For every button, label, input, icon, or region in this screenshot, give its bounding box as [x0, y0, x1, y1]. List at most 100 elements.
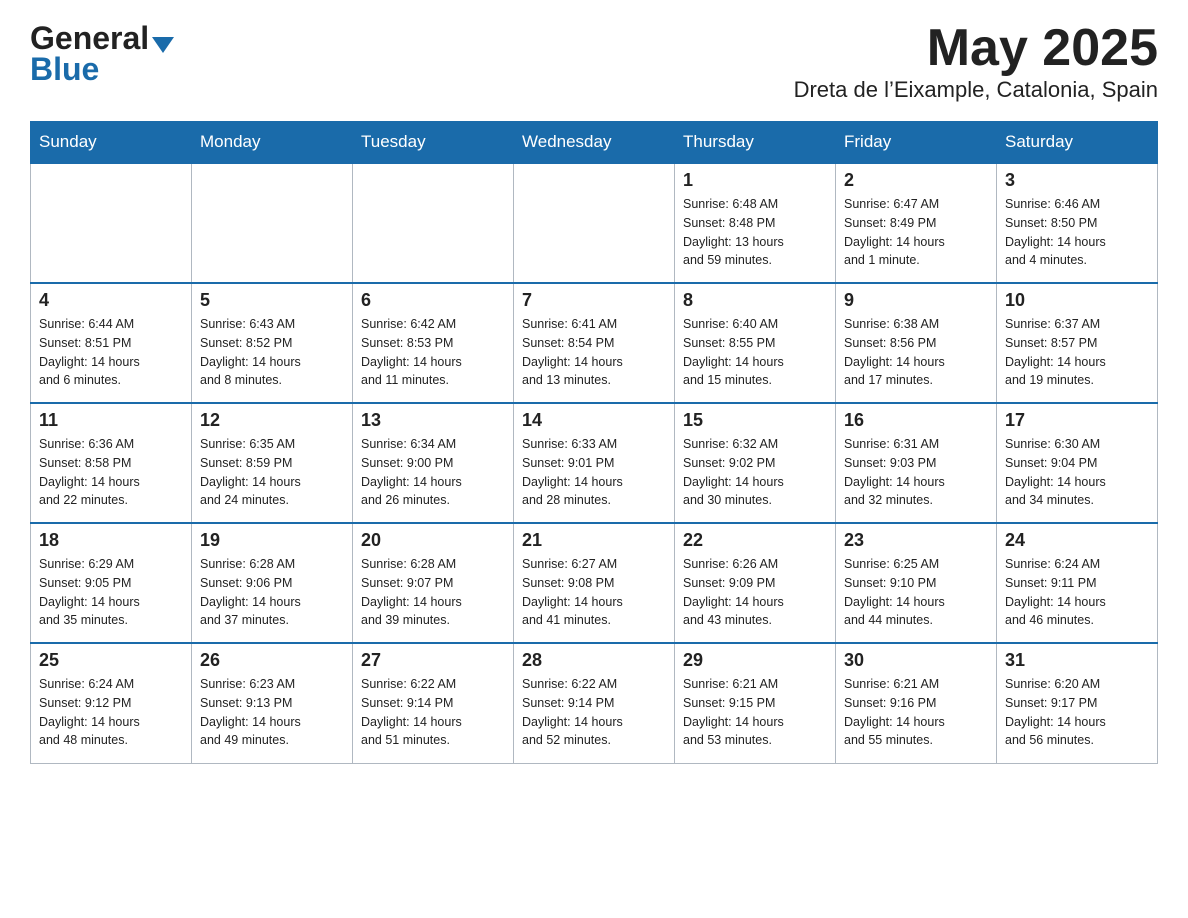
- day-info: Sunrise: 6:24 AMSunset: 9:12 PMDaylight:…: [39, 675, 183, 750]
- day-of-week-header: Monday: [192, 122, 353, 164]
- calendar-week-row: 1 Sunrise: 6:48 AMSunset: 8:48 PMDaylight…: [31, 163, 1158, 283]
- day-number: 10: [1005, 290, 1149, 311]
- calendar-cell: 5Sunrise: 6:43 AMSunset: 8:52 PMDaylight…: [192, 283, 353, 403]
- day-number: 18: [39, 530, 183, 551]
- day-of-week-header: Sunday: [31, 122, 192, 164]
- day-info: Sunrise: 6:42 AMSunset: 8:53 PMDaylight:…: [361, 315, 505, 390]
- logo-triangle-icon: [152, 37, 174, 53]
- day-number: 24: [1005, 530, 1149, 551]
- calendar-cell: [353, 163, 514, 283]
- day-info: Sunrise: 6:30 AMSunset: 9:04 PMDaylight:…: [1005, 435, 1149, 510]
- day-info: Sunrise: 6:23 AMSunset: 9:13 PMDaylight:…: [200, 675, 344, 750]
- day-info: Sunrise: 6:46 AMSunset: 8:50 PMDaylight:…: [1005, 195, 1149, 270]
- day-number: 28: [522, 650, 666, 671]
- calendar-cell: [31, 163, 192, 283]
- day-of-week-header: Friday: [836, 122, 997, 164]
- calendar-cell: 24 Sunrise: 6:24 AMSunset: 9:11 PMDayligh…: [997, 523, 1158, 643]
- day-number: 12: [200, 410, 344, 431]
- day-info: Sunrise: 6:33 AMSunset: 9:01 PMDaylight:…: [522, 435, 666, 510]
- calendar-cell: 28Sunrise: 6:22 AMSunset: 9:14 PMDayligh…: [514, 643, 675, 763]
- day-number: 3: [1005, 170, 1149, 191]
- logo-blue: Blue: [30, 51, 99, 88]
- calendar-week-row: 11 Sunrise: 6:36 AMSunset: 8:58 PMDayligh…: [31, 403, 1158, 523]
- calendar-cell: 22 Sunrise: 6:26 AMSunset: 9:09 PMDayligh…: [675, 523, 836, 643]
- day-number: 20: [361, 530, 505, 551]
- header-row: SundayMondayTuesdayWednesdayThursdayFrid…: [31, 122, 1158, 164]
- calendar-cell: 21Sunrise: 6:27 AMSunset: 9:08 PMDayligh…: [514, 523, 675, 643]
- calendar-cell: 6 Sunrise: 6:42 AMSunset: 8:53 PMDaylight…: [353, 283, 514, 403]
- calendar-body: 1 Sunrise: 6:48 AMSunset: 8:48 PMDaylight…: [31, 163, 1158, 763]
- calendar-cell: 9 Sunrise: 6:38 AMSunset: 8:56 PMDaylight…: [836, 283, 997, 403]
- calendar-cell: 29 Sunrise: 6:21 AMSunset: 9:15 PMDayligh…: [675, 643, 836, 763]
- day-info: Sunrise: 6:40 AMSunset: 8:55 PMDaylight:…: [683, 315, 827, 390]
- calendar-title: May 2025: [794, 20, 1158, 77]
- calendar-cell: 4 Sunrise: 6:44 AMSunset: 8:51 PMDaylight…: [31, 283, 192, 403]
- calendar-week-row: 4 Sunrise: 6:44 AMSunset: 8:51 PMDaylight…: [31, 283, 1158, 403]
- day-number: 7: [522, 290, 666, 311]
- day-info: Sunrise: 6:36 AMSunset: 8:58 PMDaylight:…: [39, 435, 183, 510]
- day-info: Sunrise: 6:37 AMSunset: 8:57 PMDaylight:…: [1005, 315, 1149, 390]
- day-number: 2: [844, 170, 988, 191]
- day-number: 26: [200, 650, 344, 671]
- day-info: Sunrise: 6:26 AMSunset: 9:09 PMDaylight:…: [683, 555, 827, 630]
- calendar-cell: 20Sunrise: 6:28 AMSunset: 9:07 PMDayligh…: [353, 523, 514, 643]
- calendar-cell: 19Sunrise: 6:28 AMSunset: 9:06 PMDayligh…: [192, 523, 353, 643]
- day-number: 9: [844, 290, 988, 311]
- day-number: 14: [522, 410, 666, 431]
- day-info: Sunrise: 6:47 AMSunset: 8:49 PMDaylight:…: [844, 195, 988, 270]
- calendar-cell: 27 Sunrise: 6:22 AMSunset: 9:14 PMDayligh…: [353, 643, 514, 763]
- day-info: Sunrise: 6:27 AMSunset: 9:08 PMDaylight:…: [522, 555, 666, 630]
- calendar-cell: 1 Sunrise: 6:48 AMSunset: 8:48 PMDaylight…: [675, 163, 836, 283]
- day-info: Sunrise: 6:38 AMSunset: 8:56 PMDaylight:…: [844, 315, 988, 390]
- day-info: Sunrise: 6:29 AMSunset: 9:05 PMDaylight:…: [39, 555, 183, 630]
- day-number: 13: [361, 410, 505, 431]
- day-number: 8: [683, 290, 827, 311]
- calendar-cell: 16Sunrise: 6:31 AMSunset: 9:03 PMDayligh…: [836, 403, 997, 523]
- day-number: 22: [683, 530, 827, 551]
- day-info: Sunrise: 6:44 AMSunset: 8:51 PMDaylight:…: [39, 315, 183, 390]
- day-of-week-header: Tuesday: [353, 122, 514, 164]
- page-header: General Blue May 2025 Dreta de l’Eixampl…: [30, 20, 1158, 103]
- day-number: 29: [683, 650, 827, 671]
- calendar-table: SundayMondayTuesdayWednesdayThursdayFrid…: [30, 121, 1158, 764]
- calendar-cell: 8 Sunrise: 6:40 AMSunset: 8:55 PMDaylight…: [675, 283, 836, 403]
- calendar-subtitle: Dreta de l’Eixample, Catalonia, Spain: [794, 77, 1158, 103]
- calendar-week-row: 25Sunrise: 6:24 AMSunset: 9:12 PMDayligh…: [31, 643, 1158, 763]
- day-number: 4: [39, 290, 183, 311]
- day-info: Sunrise: 6:48 AMSunset: 8:48 PMDaylight:…: [683, 195, 827, 270]
- calendar-cell: 26 Sunrise: 6:23 AMSunset: 9:13 PMDayligh…: [192, 643, 353, 763]
- calendar-cell: 17Sunrise: 6:30 AMSunset: 9:04 PMDayligh…: [997, 403, 1158, 523]
- day-info: Sunrise: 6:24 AMSunset: 9:11 PMDaylight:…: [1005, 555, 1149, 630]
- calendar-cell: 13Sunrise: 6:34 AMSunset: 9:00 PMDayligh…: [353, 403, 514, 523]
- calendar-cell: 12 Sunrise: 6:35 AMSunset: 8:59 PMDayligh…: [192, 403, 353, 523]
- day-info: Sunrise: 6:32 AMSunset: 9:02 PMDaylight:…: [683, 435, 827, 510]
- day-info: Sunrise: 6:25 AMSunset: 9:10 PMDaylight:…: [844, 555, 988, 630]
- day-number: 11: [39, 410, 183, 431]
- calendar-cell: 15 Sunrise: 6:32 AMSunset: 9:02 PMDayligh…: [675, 403, 836, 523]
- day-number: 15: [683, 410, 827, 431]
- day-info: Sunrise: 6:35 AMSunset: 8:59 PMDaylight:…: [200, 435, 344, 510]
- day-number: 1: [683, 170, 827, 191]
- calendar-header: SundayMondayTuesdayWednesdayThursdayFrid…: [31, 122, 1158, 164]
- day-number: 31: [1005, 650, 1149, 671]
- day-info: Sunrise: 6:21 AMSunset: 9:15 PMDaylight:…: [683, 675, 827, 750]
- calendar-cell: 7 Sunrise: 6:41 AMSunset: 8:54 PMDaylight…: [514, 283, 675, 403]
- day-info: Sunrise: 6:21 AMSunset: 9:16 PMDaylight:…: [844, 675, 988, 750]
- day-number: 5: [200, 290, 344, 311]
- calendar-cell: 18 Sunrise: 6:29 AMSunset: 9:05 PMDayligh…: [31, 523, 192, 643]
- day-info: Sunrise: 6:31 AMSunset: 9:03 PMDaylight:…: [844, 435, 988, 510]
- day-info: Sunrise: 6:28 AMSunset: 9:06 PMDaylight:…: [200, 555, 344, 630]
- day-info: Sunrise: 6:20 AMSunset: 9:17 PMDaylight:…: [1005, 675, 1149, 750]
- day-of-week-header: Saturday: [997, 122, 1158, 164]
- day-of-week-header: Wednesday: [514, 122, 675, 164]
- day-number: 30: [844, 650, 988, 671]
- day-info: Sunrise: 6:22 AMSunset: 9:14 PMDaylight:…: [361, 675, 505, 750]
- day-of-week-header: Thursday: [675, 122, 836, 164]
- day-info: Sunrise: 6:41 AMSunset: 8:54 PMDaylight:…: [522, 315, 666, 390]
- calendar-cell: 30 Sunrise: 6:21 AMSunset: 9:16 PMDayligh…: [836, 643, 997, 763]
- calendar-cell: 25Sunrise: 6:24 AMSunset: 9:12 PMDayligh…: [31, 643, 192, 763]
- day-number: 6: [361, 290, 505, 311]
- logo: General Blue: [30, 20, 174, 88]
- day-number: 27: [361, 650, 505, 671]
- calendar-cell: 2 Sunrise: 6:47 AMSunset: 8:49 PMDaylight…: [836, 163, 997, 283]
